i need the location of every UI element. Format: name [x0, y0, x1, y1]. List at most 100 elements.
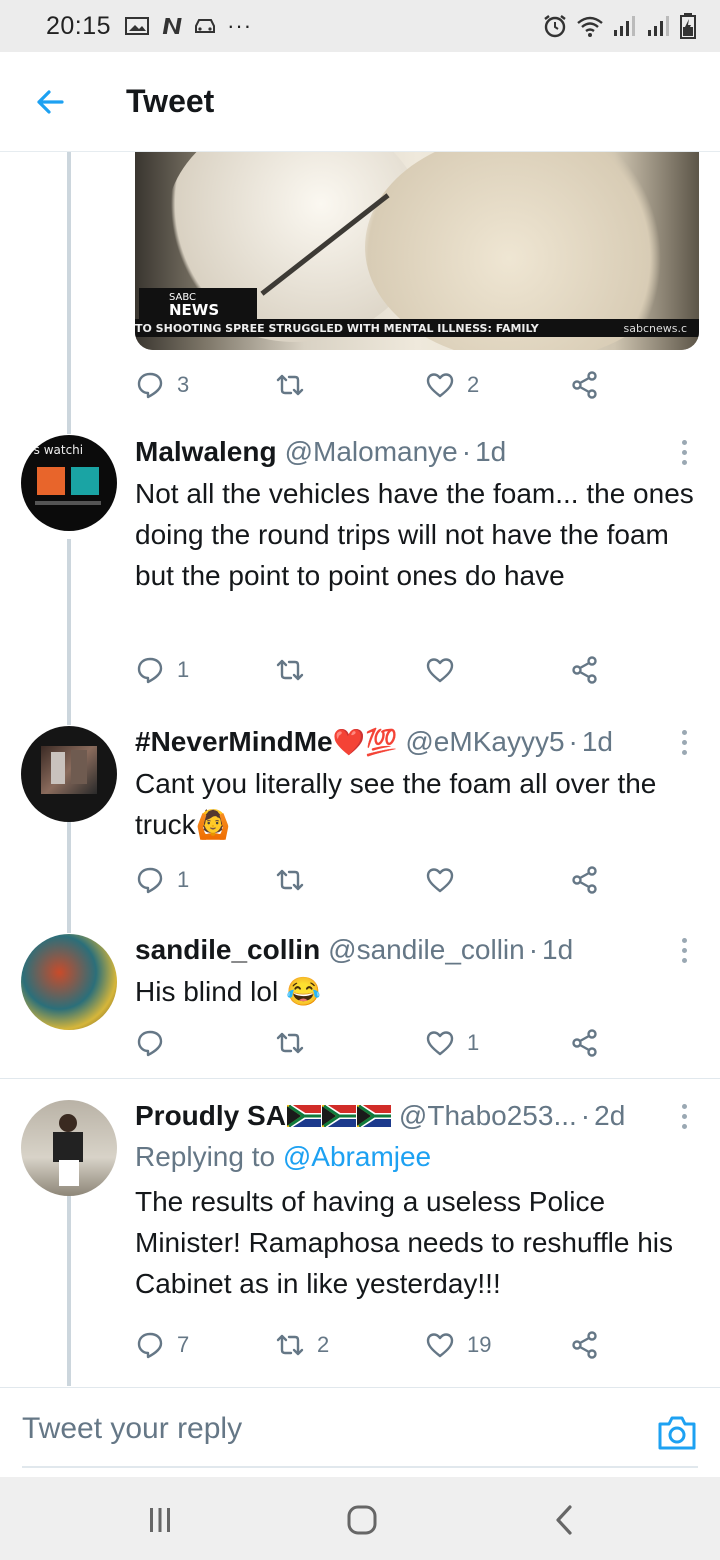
heart-icon: [426, 658, 454, 683]
more-options-button[interactable]: [672, 933, 696, 967]
display-name[interactable]: sandile_collin: [135, 933, 320, 967]
thread-line: [67, 152, 71, 434]
display-name[interactable]: #NeverMindMe: [135, 725, 333, 759]
share-icon: [572, 866, 597, 894]
status-bar: 20:15 ···: [0, 0, 720, 52]
back-button[interactable]: [22, 74, 78, 130]
tweet-actions: 1: [135, 1025, 605, 1061]
user-handle[interactable]: @Thabo253...: [399, 1099, 577, 1133]
more-icon: [681, 739, 687, 745]
reply-icon: [137, 867, 163, 894]
reply-tweet[interactable]: o's watchi Malwaleng @Malomanye · 1d Not…: [0, 435, 720, 725]
retweet-icon: [276, 869, 304, 891]
display-name[interactable]: Malwaleng: [135, 435, 277, 469]
tweet-header: Proudly SA @Thabo253... · 2d: [135, 1099, 695, 1133]
tweet-header: sandile_collin @sandile_collin · 1d: [135, 933, 695, 967]
ticker-site: sabcnews.c: [623, 321, 687, 335]
tweet-media-video[interactable]: SABC NEWS TO SHOOTING SPREE STRUGGLED WI…: [135, 152, 699, 350]
more-options-button[interactable]: [672, 1099, 696, 1133]
tweet-text: His blind lol: [135, 976, 279, 1007]
logo-text-bottom: NEWS: [169, 300, 220, 319]
home-button[interactable]: [332, 1495, 392, 1545]
reply-tweet[interactable]: Proudly SA @Thabo253... · 2d Replying to…: [0, 1099, 720, 1386]
avatar[interactable]: o's watchi: [21, 435, 117, 531]
more-notifications-icon: ···: [227, 13, 253, 38]
reply-composer: Tweet your reply: [0, 1387, 720, 1477]
tweet-body: sandile_collin @sandile_collin · 1d His …: [135, 933, 695, 1012]
sabc-news-logo: SABC NEWS: [139, 288, 257, 322]
more-options-button[interactable]: [672, 435, 696, 469]
car-icon: [195, 19, 216, 33]
more-options-button[interactable]: [672, 725, 696, 759]
tweet-text-wrapper: Cant you literally see the foam all over…: [135, 763, 695, 845]
reply-count: 3: [177, 372, 190, 397]
back-icon: [556, 1505, 572, 1535]
recent-apps-button[interactable]: [130, 1495, 190, 1545]
page-title: Tweet: [126, 83, 215, 119]
user-handle[interactable]: @Malomanye: [285, 435, 458, 469]
more-icon: [681, 749, 687, 755]
avatar[interactable]: [21, 934, 117, 1030]
avatar[interactable]: [21, 726, 117, 822]
like-button[interactable]: 19: [425, 1327, 491, 1363]
like-count: 1: [467, 1030, 480, 1055]
tweet-emoji: 🙆: [195, 809, 231, 840]
more-icon: [681, 449, 687, 455]
share-icon: [572, 371, 597, 399]
retweet-icon: [276, 1032, 304, 1054]
like-button[interactable]: 2: [425, 367, 479, 403]
tweet-emoji: 😂: [285, 976, 321, 1007]
retweet-button[interactable]: [275, 862, 317, 898]
retweet-button[interactable]: [275, 367, 317, 403]
more-icon: [681, 459, 687, 465]
reply-button[interactable]: 1: [135, 862, 189, 898]
reply-tweet[interactable]: #NeverMindMe ❤️💯 @eMKayyy5 · 1d Cant you…: [0, 725, 720, 933]
share-button[interactable]: [570, 1327, 600, 1363]
like-count: 2: [467, 372, 480, 397]
more-icon: [681, 957, 687, 963]
share-icon: [572, 1029, 597, 1057]
tweet-feed[interactable]: SABC NEWS TO SHOOTING SPREE STRUGGLED WI…: [0, 152, 720, 1386]
avatar-art: [71, 750, 87, 784]
user-handle[interactable]: @sandile_collin: [328, 933, 525, 967]
avatar-tile: [37, 467, 65, 495]
heart-icon: [426, 1333, 454, 1358]
system-navigation-bar: [0, 1477, 720, 1560]
separator-dot: ·: [568, 726, 578, 757]
like-button[interactable]: [425, 652, 467, 688]
status-time: 20:15: [46, 11, 112, 40]
like-button[interactable]: [425, 862, 467, 898]
share-button[interactable]: [570, 862, 600, 898]
reply-input[interactable]: Tweet your reply: [22, 1412, 242, 1446]
retweet-button[interactable]: 2: [275, 1327, 329, 1363]
separator-dot: ·: [580, 1100, 591, 1131]
tweet-body: Malwaleng @Malomanye · 1d Not all the ve…: [135, 435, 695, 596]
retweet-button[interactable]: [275, 1025, 317, 1061]
news-ticker: TO SHOOTING SPREE STRUGGLED WITH MENTAL …: [135, 319, 699, 337]
retweet-count: 2: [317, 1332, 330, 1357]
heart-icon: [426, 1031, 454, 1056]
reply-count: 1: [177, 867, 190, 892]
status-notification-icons: ···: [125, 13, 252, 39]
reply-button[interactable]: 3: [135, 367, 189, 403]
reply-icon: [137, 1332, 163, 1359]
avatar-art: [51, 752, 65, 784]
share-button[interactable]: [570, 1025, 600, 1061]
camera-button[interactable]: [656, 1412, 698, 1454]
user-handle[interactable]: @eMKayyy5: [405, 725, 564, 759]
reply-button[interactable]: 1: [135, 652, 189, 688]
share-button[interactable]: [570, 367, 600, 403]
display-name[interactable]: Proudly SA: [135, 1099, 286, 1133]
share-button[interactable]: [570, 652, 600, 688]
reply-button[interactable]: 7: [135, 1327, 189, 1363]
like-button[interactable]: 1: [425, 1025, 479, 1061]
replying-to-link[interactable]: @Abramjee: [283, 1141, 431, 1172]
share-icon: [572, 1331, 597, 1359]
retweet-button[interactable]: [275, 652, 317, 688]
south-africa-flag-icon: [286, 1105, 321, 1127]
reply-button[interactable]: [135, 1025, 177, 1061]
retweet-icon: [276, 1334, 304, 1356]
reply-icon: [137, 1030, 163, 1057]
avatar[interactable]: [21, 1100, 117, 1196]
system-back-button[interactable]: [534, 1495, 594, 1545]
